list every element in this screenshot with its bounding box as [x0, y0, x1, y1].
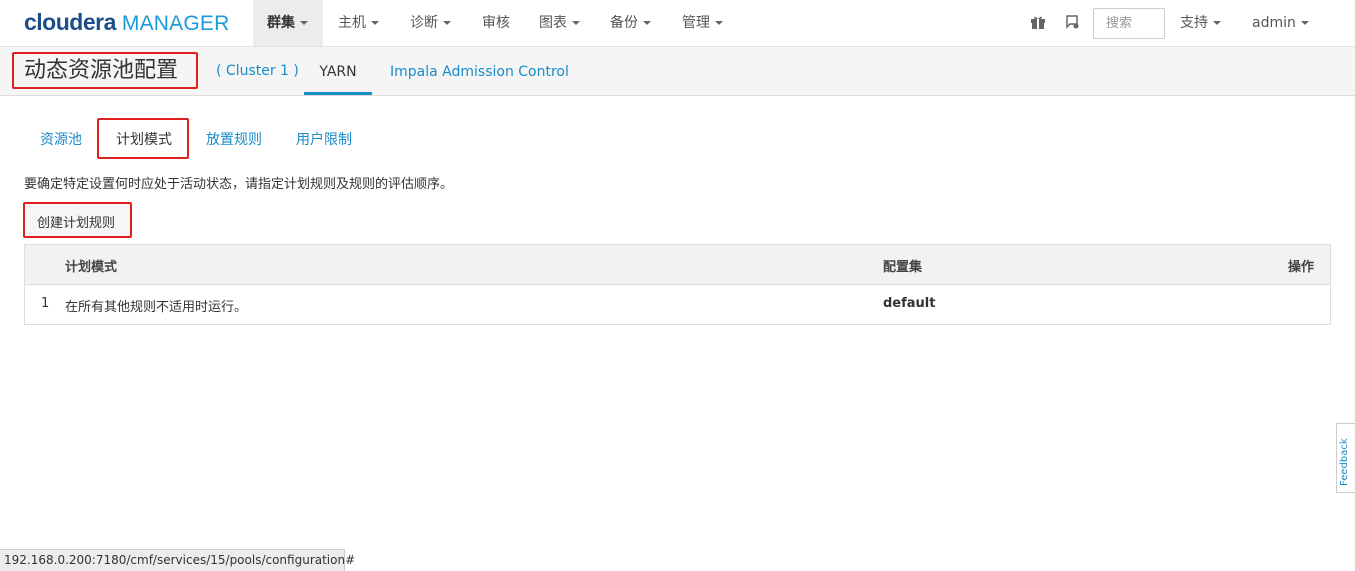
- cluster-link[interactable]: ( Cluster 1 ): [216, 63, 299, 79]
- feedback-label: Feedback: [1339, 438, 1350, 486]
- browser-status-url: 192.168.0.200:7180/cmf/services/15/pools…: [0, 549, 355, 571]
- nav-clusters[interactable]: 群集: [253, 0, 323, 46]
- tab-placement-rules[interactable]: 放置规则: [206, 129, 262, 149]
- nav-user-menu[interactable]: admin: [1252, 0, 1309, 46]
- nav-support[interactable]: 支持: [1180, 0, 1221, 46]
- chevron-down-icon: [443, 21, 451, 25]
- column-header-actions: 操作: [1287, 260, 1314, 275]
- search-input[interactable]: [1093, 8, 1165, 39]
- create-schedule-rule-label: 创建计划规则: [37, 216, 116, 231]
- tab-resource-pools[interactable]: 资源池: [40, 129, 82, 149]
- nav-charts-label: 图表: [539, 15, 567, 31]
- tab-user-limits[interactable]: 用户限制: [296, 129, 352, 149]
- logo-text-bold: cloudera: [24, 9, 116, 35]
- nav-backup-label: 备份: [610, 15, 638, 31]
- nav-clusters-label: 群集: [267, 15, 295, 31]
- scheduling-description: 要确定特定设置何时应处于活动状态，请指定计划规则及规则的评估顺序。: [24, 177, 454, 192]
- page-subheader: 动态资源池配置 ( Cluster 1 ) YARN Impala Admiss…: [0, 47, 1355, 96]
- nav-hosts[interactable]: 主机: [338, 0, 379, 46]
- tab-scheduling-mode-label: 计划模式: [116, 132, 172, 148]
- chevron-down-icon: [643, 21, 651, 25]
- nav-hosts-label: 主机: [338, 15, 366, 31]
- schedule-rules-table: 计划模式 配置集 操作 1 在所有其他规则不适用时运行。 default: [24, 244, 1331, 325]
- nav-administration-label: 管理: [682, 15, 710, 31]
- tab-scheduling-mode[interactable]: 计划模式: [97, 118, 189, 159]
- table-header: 计划模式 配置集 操作: [25, 245, 1330, 285]
- row-index: 1: [41, 296, 50, 311]
- chevron-down-icon: [1300, 21, 1309, 25]
- row-schedule: 在所有其他规则不适用时运行。: [65, 300, 248, 315]
- nav-support-label: 支持: [1180, 15, 1208, 31]
- gift-icon[interactable]: [1030, 14, 1048, 32]
- nav-administration[interactable]: 管理: [682, 0, 723, 46]
- nav-charts[interactable]: 图表: [539, 0, 580, 46]
- cloudera-manager-logo[interactable]: cloudera MANAGER: [24, 9, 229, 37]
- create-schedule-rule-button[interactable]: 创建计划规则: [23, 202, 132, 238]
- feedback-tab[interactable]: Feedback: [1336, 423, 1355, 493]
- column-header-schedule[interactable]: 计划模式: [65, 256, 117, 275]
- nav-diagnostics[interactable]: 诊断: [410, 0, 451, 46]
- logo-text-light: MANAGER: [121, 12, 230, 35]
- notification-icon[interactable]: [1064, 14, 1082, 32]
- column-header-config-set[interactable]: 配置集: [883, 256, 922, 275]
- nav-user-label: admin: [1252, 15, 1296, 31]
- chevron-down-icon: [300, 21, 308, 25]
- nav-audits-label: 审核: [482, 15, 510, 31]
- tab-impala-admission-control[interactable]: Impala Admission Control: [390, 47, 569, 95]
- nav-diagnostics-label: 诊断: [410, 15, 438, 31]
- tab-impala-label: Impala Admission Control: [390, 64, 569, 80]
- row-config-set: default: [883, 296, 936, 311]
- chevron-down-icon: [715, 21, 723, 25]
- chevron-down-icon: [572, 21, 580, 25]
- nav-audits[interactable]: 审核: [482, 0, 510, 46]
- page-title: 动态资源池配置: [12, 52, 198, 89]
- nav-backup[interactable]: 备份: [610, 0, 651, 46]
- tab-yarn[interactable]: YARN: [304, 47, 372, 95]
- chevron-down-icon: [371, 21, 379, 25]
- tab-yarn-label: YARN: [319, 64, 357, 80]
- chevron-down-icon: [1213, 21, 1221, 25]
- top-navbar: cloudera MANAGER 群集 主机 诊断 审核 图表 备份 管理 搜索…: [0, 0, 1355, 47]
